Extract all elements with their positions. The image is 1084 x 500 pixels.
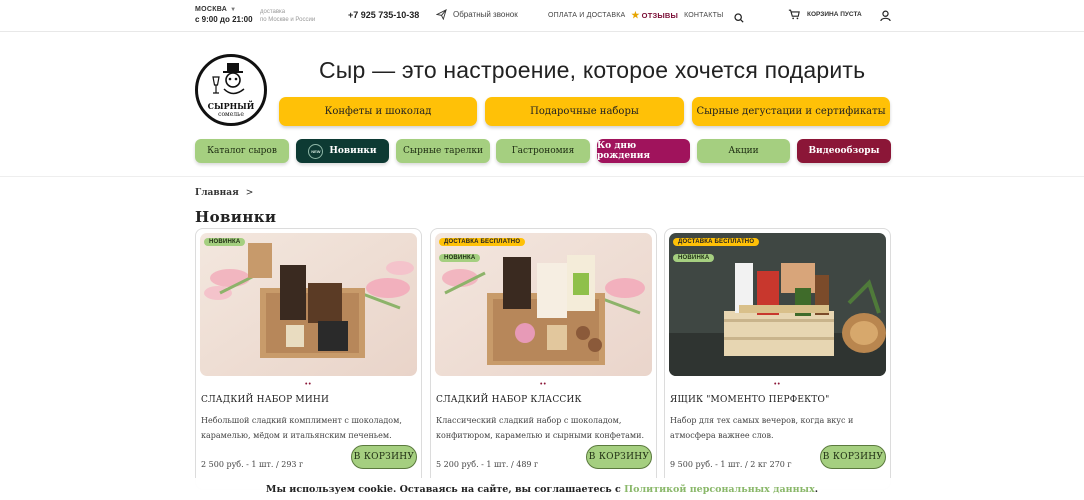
nav-contacts[interactable]: КОНТАКТЫ bbox=[684, 12, 723, 19]
nav-payment-delivery[interactable]: ОПЛАТА И ДОСТАВКА bbox=[548, 12, 625, 19]
gift-sets-button[interactable]: Подарочные наборы bbox=[485, 97, 684, 126]
category-cheese-catalog[interactable]: Каталог сыров bbox=[195, 139, 289, 163]
product-card[interactable]: ДОСТАВКА БЕСПЛАТНО НОВИНКА •• СЛАДКИЙ НА… bbox=[430, 228, 657, 490]
working-hours: с 9:00 до 21:00 bbox=[195, 15, 253, 24]
category-sales[interactable]: Акции bbox=[697, 139, 790, 163]
product-title[interactable]: СЛАДКИЙ НАБОР КЛАССИК bbox=[436, 395, 582, 405]
product-card[interactable]: ДОСТАВКА БЕСПЛАТНО НОВИНКА •• ЯЩИК "МОМЕ… bbox=[664, 228, 891, 490]
new-badge-icon: NEW bbox=[308, 143, 324, 159]
carousel-dots[interactable]: •• bbox=[665, 381, 890, 388]
sommelier-mascot-icon bbox=[212, 63, 245, 95]
star-icon: ★ bbox=[631, 10, 640, 20]
add-to-cart-button[interactable]: В КОРЗИНУ bbox=[820, 445, 886, 469]
callback-label: Обратный звонок bbox=[453, 10, 518, 19]
tastings-certificates-button[interactable]: Сырные дегустации и сертификаты bbox=[692, 97, 890, 126]
logo-word-main: СЫРНЫЙ bbox=[207, 101, 255, 111]
product-description: Классический сладкий набор с шоколадом, … bbox=[436, 416, 645, 440]
cart-icon bbox=[788, 9, 800, 20]
breadcrumb-home[interactable]: Главная bbox=[195, 188, 239, 198]
phone-link[interactable]: +7 925 735-10-38 bbox=[348, 10, 419, 20]
category-video-reviews[interactable]: Видеообзоры bbox=[797, 139, 891, 163]
cart-label: КОРЗИНА ПУСТА bbox=[807, 11, 862, 18]
delivery-label: доставка bbox=[260, 9, 286, 15]
breadcrumb: Главная > bbox=[195, 188, 253, 198]
logo-word-sub: сомелье bbox=[218, 111, 244, 118]
free-delivery-badge: ДОСТАВКА БЕСПЛАТНО bbox=[673, 238, 760, 246]
category-gastronomy[interactable]: Гастрономия bbox=[496, 139, 590, 163]
nav-reviews-label: ОТЗЫВЫ bbox=[641, 11, 679, 20]
city-selector[interactable]: МОСКВА ▼ bbox=[195, 6, 236, 13]
page-headline: Сыр — это настроение, которое хочется по… bbox=[319, 57, 866, 83]
top-nav: ОПЛАТА И ДОСТАВКА ★ ОТЗЫВЫ КОНТАКТЫ bbox=[548, 10, 723, 21]
free-delivery-badge: ДОСТАВКА БЕСПЛАТНО bbox=[439, 238, 526, 246]
section-title: Новинки bbox=[195, 208, 277, 226]
category-new[interactable]: NEW Новинки bbox=[296, 139, 389, 163]
delivery-region: по Москве и России bbox=[260, 17, 316, 23]
city-label: МОСКВА bbox=[195, 6, 228, 13]
product-card[interactable]: НОВИНКА •• СЛАДКИЙ НАБОР МИНИ Небольшой … bbox=[195, 228, 422, 490]
new-badge: НОВИНКА bbox=[673, 254, 715, 262]
carousel-dots[interactable]: •• bbox=[196, 381, 421, 388]
product-photo[interactable]: ДОСТАВКА БЕСПЛАТНО НОВИНКА bbox=[435, 233, 652, 376]
site-logo[interactable]: СЫРНЫЙ сомелье bbox=[195, 54, 267, 126]
product-price: 9 500 руб. - 1 шт. / 2 кг 270 г bbox=[670, 460, 792, 469]
category-cheese-plates[interactable]: Сырные тарелки bbox=[396, 139, 490, 163]
product-title[interactable]: ЯЩИК "МОМЕНТО ПЕРФЕКТО" bbox=[670, 395, 829, 405]
product-price: 5 200 руб. - 1 шт. / 489 г bbox=[436, 460, 539, 469]
privacy-policy-link[interactable]: Политикой персональных данных bbox=[624, 484, 815, 495]
product-photo[interactable]: НОВИНКА bbox=[200, 233, 417, 376]
product-description: Набор для тех самых вечеров, когда вкус … bbox=[670, 416, 854, 440]
product-photo[interactable]: ДОСТАВКА БЕСПЛАТНО НОВИНКА bbox=[669, 233, 886, 376]
new-badge: НОВИНКА bbox=[439, 254, 481, 262]
callback-button[interactable]: Обратный звонок bbox=[436, 9, 518, 20]
top-bar: МОСКВА ▼ с 9:00 до 21:00 доставка по Моск… bbox=[0, 0, 1084, 32]
header-divider bbox=[0, 176, 1084, 177]
chevron-down-icon: ▼ bbox=[230, 7, 237, 13]
product-price: 2 500 руб. - 1 шт. / 293 г bbox=[201, 460, 304, 469]
user-icon[interactable] bbox=[880, 9, 891, 27]
nav-reviews[interactable]: ★ ОТЗЫВЫ bbox=[631, 10, 678, 21]
carousel-dots[interactable]: •• bbox=[431, 381, 656, 388]
cart-button[interactable]: КОРЗИНА ПУСТА bbox=[788, 9, 862, 20]
breadcrumb-separator: > bbox=[245, 188, 254, 198]
paper-plane-icon bbox=[436, 9, 447, 20]
candy-chocolate-button[interactable]: Конфеты и шоколад bbox=[279, 97, 477, 126]
add-to-cart-button[interactable]: В КОРЗИНУ bbox=[586, 445, 652, 469]
cookie-banner: Мы используем cookie. Оставаясь на сайте… bbox=[0, 478, 1084, 500]
add-to-cart-button[interactable]: В КОРЗИНУ bbox=[351, 445, 417, 469]
category-new-label: Новинки bbox=[329, 146, 377, 156]
new-badge: НОВИНКА bbox=[204, 238, 246, 246]
cookie-text: Мы используем cookie. Оставаясь на сайте… bbox=[265, 484, 625, 495]
category-birthday[interactable]: Ко дню рождения bbox=[597, 139, 690, 163]
product-title[interactable]: СЛАДКИЙ НАБОР МИНИ bbox=[201, 395, 329, 405]
cookie-end: . bbox=[814, 484, 819, 495]
product-description: Небольшой сладкий комплимент с шоколадом… bbox=[201, 416, 402, 440]
search-icon[interactable] bbox=[734, 10, 744, 28]
